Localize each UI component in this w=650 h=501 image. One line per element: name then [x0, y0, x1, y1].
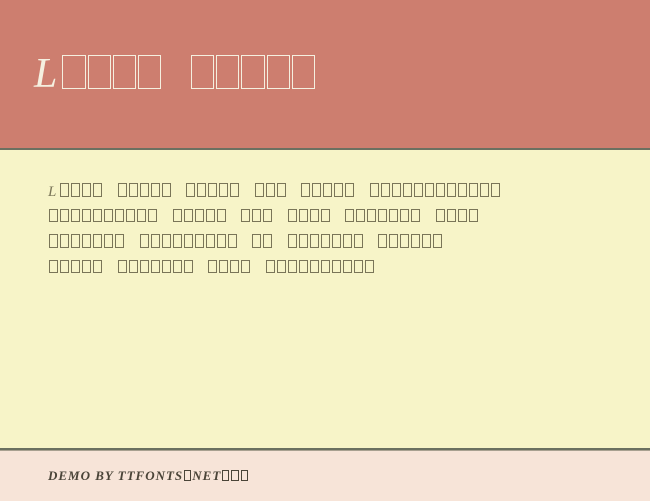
body-line-2 — [48, 206, 602, 232]
footer-prefix: DEMO BY TTFONTS — [48, 468, 183, 483]
title-first-letter: L — [34, 51, 61, 97]
main-content: L — [0, 150, 650, 448]
title-glyphs-1 — [61, 51, 162, 96]
footer-tail-glyphs — [221, 468, 248, 483]
footer-mid: NET — [192, 468, 221, 483]
body-line-4-glyphs — [48, 261, 375, 277]
body-lead-letter: L — [48, 184, 59, 200]
body-line-1-glyphs — [59, 184, 501, 200]
body-line-1: L — [48, 180, 602, 206]
title-glyphs-2 — [190, 51, 316, 96]
body-line-3 — [48, 231, 602, 257]
footer-text: DEMO BY TTFONTS NET — [48, 468, 249, 484]
header-banner: L — [0, 0, 650, 148]
page-title: L — [34, 50, 316, 98]
body-line-4 — [48, 257, 602, 283]
footer: DEMO BY TTFONTS NET — [0, 451, 650, 501]
body-line-2-glyphs — [48, 210, 479, 226]
body-line-3-glyphs — [48, 235, 443, 251]
footer-glyph — [183, 468, 192, 483]
body-paragraph: L — [48, 180, 602, 282]
